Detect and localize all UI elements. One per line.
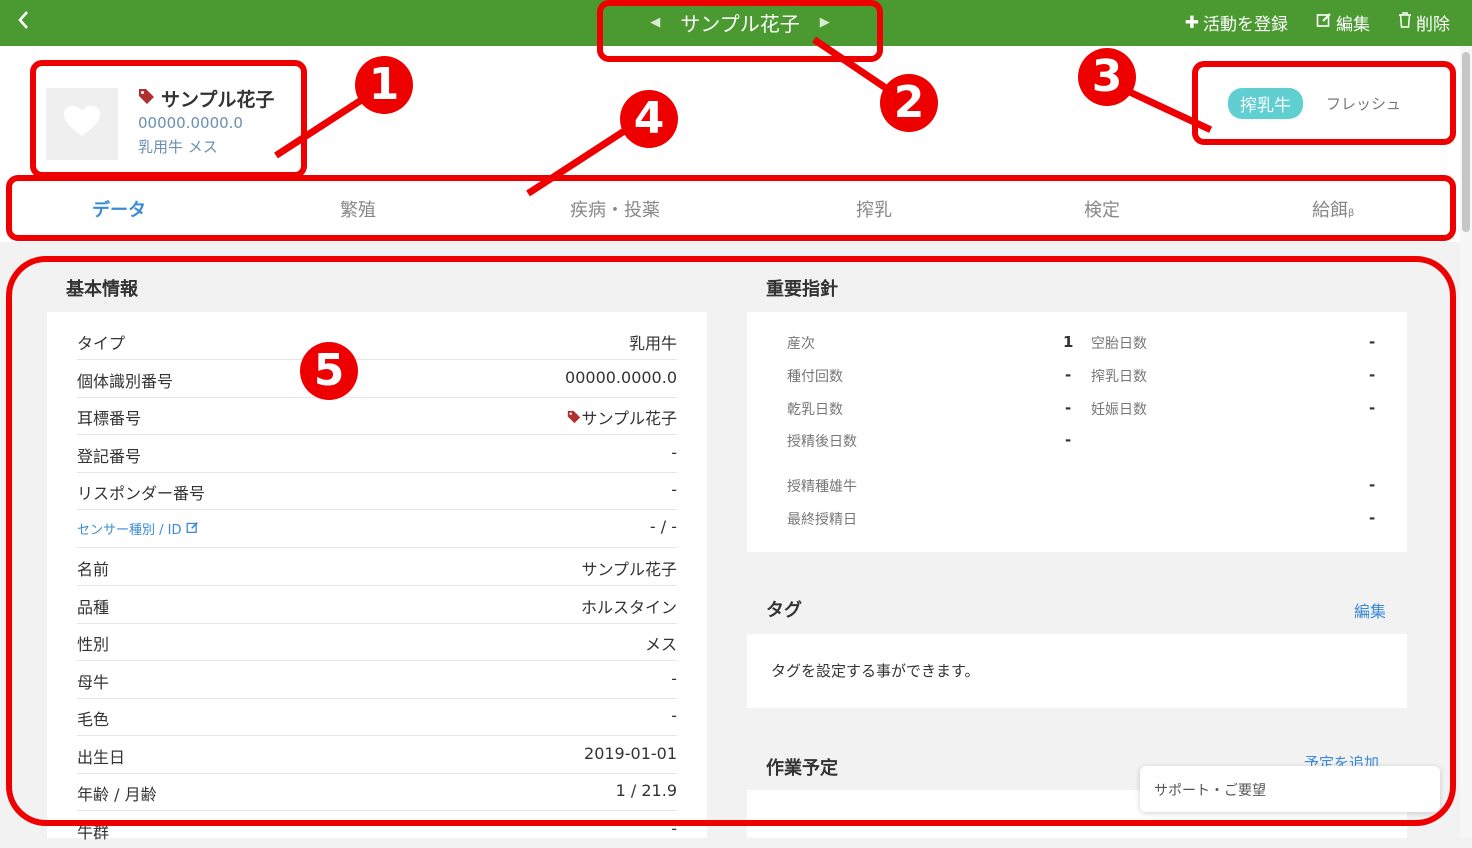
toolbar-actions: ✚ 活動を登録 編集 削除	[1185, 10, 1450, 35]
register-activity-label: 活動を登録	[1203, 15, 1288, 35]
delete-button[interactable]: 削除	[1398, 10, 1450, 35]
annotation-box-profile	[30, 60, 307, 178]
scrollbar-thumb[interactable]	[1462, 52, 1470, 232]
annotation-number-4: 4	[620, 90, 678, 148]
annotation-number-5: 5	[300, 342, 358, 400]
delete-label: 削除	[1416, 15, 1450, 35]
annotation-number-2: 2	[880, 74, 938, 132]
annotation-box-status	[1192, 61, 1456, 145]
edit-button[interactable]: 編集	[1316, 10, 1370, 35]
annotation-number-3: 3	[1078, 48, 1136, 106]
edit-icon	[1316, 12, 1332, 33]
register-activity-button[interactable]: ✚ 活動を登録	[1184, 10, 1288, 36]
chevron-left-icon[interactable]	[16, 8, 30, 38]
annotation-number-1: 1	[355, 56, 413, 114]
annotation-box-content	[6, 256, 1456, 826]
edit-label: 編集	[1336, 15, 1370, 35]
annotation-box-tabs	[6, 175, 1456, 241]
plus-icon: ✚	[1184, 12, 1199, 33]
trash-icon	[1398, 12, 1412, 33]
